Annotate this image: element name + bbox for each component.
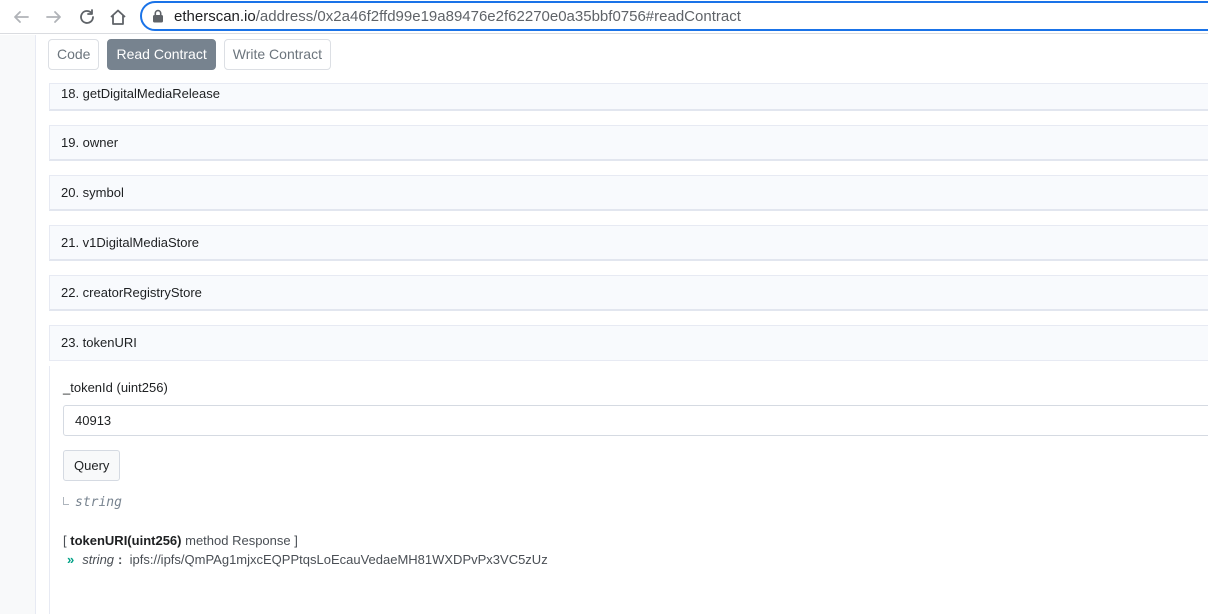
tab-read-contract[interactable]: Read Contract [107,39,216,70]
lock-icon[interactable] [152,9,164,28]
tokenid-input[interactable]: 40913 [63,405,1208,436]
reload-icon[interactable] [75,5,99,29]
function-item-getdigitalmediarelease[interactable]: 18. getDigitalMediaRelease [49,83,1208,111]
tab-code[interactable]: Code [48,39,100,70]
address-bar[interactable]: etherscan.io/address/0x2a46f2ffd99e19a89… [140,1,1208,31]
response-method: tokenURI(uint256) [70,533,182,548]
url-host: etherscan.io [174,8,256,25]
response-suffix: method Response ] [185,533,298,548]
tokenid-label: _tokenId (uint256) [63,380,168,395]
query-button[interactable]: Query [63,450,121,481]
double-chevron-icon: » [67,552,75,567]
forward-arrow-icon[interactable] [42,5,66,29]
function-list: 18. getDigitalMediaRelease 19. owner 20.… [49,83,1208,361]
function-item-tokenuri[interactable]: 23. tokenURI [49,325,1208,361]
response-header: [ tokenURI(uint256) method Response ] [63,533,298,548]
tree-corner-icon [63,497,69,505]
function-item-v1digitalmediastore[interactable]: 21. v1DigitalMediaStore [49,225,1208,261]
contract-card: Code Read Contract Write Contract 18. ge… [36,35,1208,614]
function-item-symbol[interactable]: 20. symbol [49,175,1208,211]
page-content: Code Read Contract Write Contract 18. ge… [0,35,1208,614]
response-type: string [82,552,115,567]
back-arrow-icon[interactable] [9,5,33,29]
return-type-label: string [75,495,122,510]
function-item-creatorregistrystore[interactable]: 22. creatorRegistryStore [49,275,1208,311]
function-item-owner[interactable]: 19. owner [49,125,1208,161]
contract-tabs: Code Read Contract Write Contract [48,39,339,70]
browser-toolbar: etherscan.io/address/0x2a46f2ffd99e19a89… [0,0,1208,34]
return-type: string [63,495,122,510]
tab-write-contract[interactable]: Write Contract [223,39,331,70]
response-result: » string: ipfs://ipfs/QmPAg1mjxcEQPPtqsLo… [67,552,548,567]
response-colon: : [118,552,123,567]
url-path: /address/0x2a46f2ffd99e19a89476e2f62270e… [255,8,741,25]
response-value: ipfs://ipfs/QmPAg1mjxcEQPPtqsLoEcauVedae… [129,552,548,567]
home-icon[interactable] [106,5,130,29]
url-text: etherscan.io/address/0x2a46f2ffd99e19a89… [174,8,741,25]
response-prefix: [ [63,533,67,548]
tokenuri-panel: _tokenId (uint256) 40913 Query string [ … [49,366,1208,614]
